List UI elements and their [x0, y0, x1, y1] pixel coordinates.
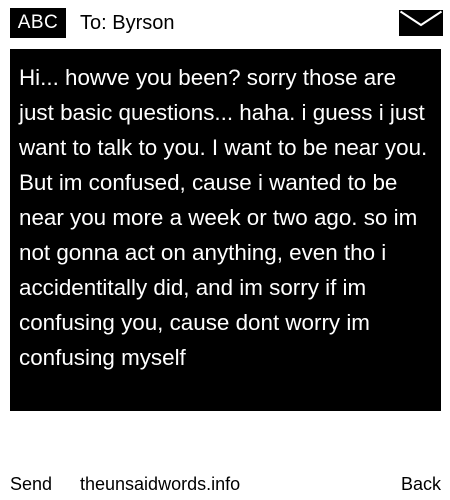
- send-button[interactable]: Send: [10, 470, 52, 498]
- back-button[interactable]: Back: [401, 470, 441, 498]
- softkey-bar: Send theunsaidwords.info Back: [0, 470, 450, 500]
- recipient-label[interactable]: To: Byrson: [80, 9, 174, 37]
- message-text-area[interactable]: Hi... howve you been? sorry those are ju…: [10, 49, 441, 411]
- header-bar: ABC To: Byrson: [0, 0, 450, 46]
- site-watermark: theunsaidwords.info: [80, 474, 241, 494]
- message-body: Hi... howve you been? sorry those are ju…: [19, 65, 428, 370]
- envelope-icon[interactable]: [399, 10, 443, 36]
- input-mode-badge: ABC: [10, 8, 66, 38]
